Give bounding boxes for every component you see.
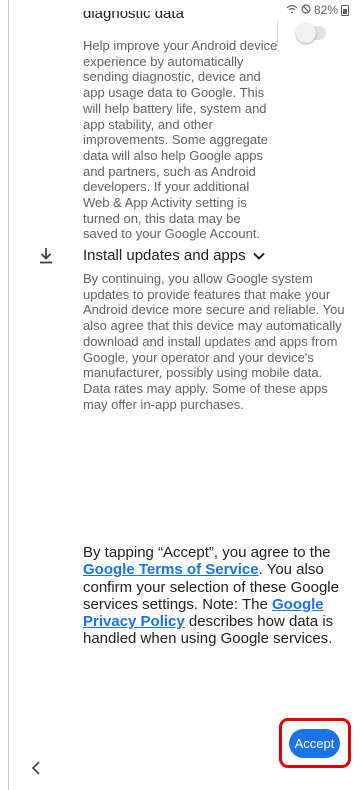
diagnostic-title: diagnostic data [83,11,184,22]
install-updates-icon-row [38,245,54,267]
terms-of-service-link[interactable]: Google Terms of Service [83,561,259,578]
back-icon[interactable] [29,760,43,776]
battery-percent: 82% [313,3,338,17]
install-updates-header[interactable]: Install updates and apps [83,247,266,264]
accept-button[interactable]: Accept [289,729,340,758]
do-not-disturb-icon [301,3,311,17]
consent-text: By tapping “Accept”, you agree to the Go… [83,544,349,648]
left-edge-border [8,0,9,790]
toggle-knob[interactable] [296,23,316,43]
battery-icon [341,4,349,16]
diagnostic-data-toggle[interactable] [296,23,326,43]
install-updates-description: By continuing, you allow Google system u… [83,271,345,412]
chevron-down-icon[interactable] [252,249,266,263]
install-updates-title: Install updates and apps [83,247,246,264]
diagnostic-description: Help improve your Android device experie… [83,38,278,242]
download-icon [40,248,52,264]
consent-part-1: By tapping “Accept”, you agree to the [83,544,331,561]
wifi-icon [286,4,298,17]
